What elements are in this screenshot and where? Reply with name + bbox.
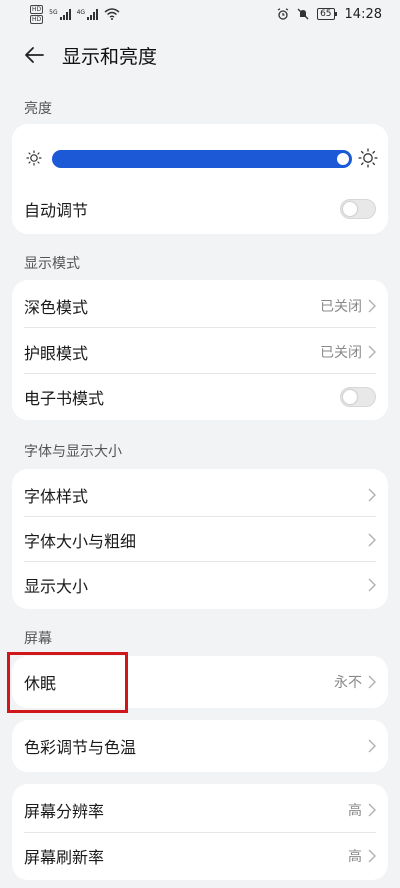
mute-icon [297,8,309,20]
auto-brightness-label: 自动调节 [24,200,89,220]
status-bar: HD HD 5G 4G 65 14:28 [0,0,400,28]
display-mode-card: 深色模式 已关闭 护眼模式 已关闭 电子书模式 [12,280,388,420]
sleep-status: 永不 [334,672,376,692]
font-style-label: 字体样式 [24,486,89,506]
resolution-card: 屏幕分辨率 高 屏幕刷新率 高 [12,784,388,880]
chevron-right-icon [368,299,376,312]
color-temperature-label: 色彩调节与色温 [24,737,137,757]
hd-badges: HD HD [30,4,44,24]
wifi-icon [104,8,120,20]
display-size-row[interactable]: 显示大小 [24,562,376,607]
dark-mode-row[interactable]: 深色模式 已关闭 [24,283,376,328]
highlight-annotation [7,652,128,713]
signal-2: 4G [76,8,99,20]
refresh-rate-status: 高 [348,846,376,866]
resolution-status: 高 [348,800,376,820]
chevron-right-icon [368,675,376,688]
hd-badge-2: HD [30,14,44,24]
color-temperature-row[interactable]: 色彩调节与色温 [24,723,376,768]
dark-mode-value: 已关闭 [320,298,362,315]
eye-comfort-row[interactable]: 护眼模式 已关闭 [24,329,376,374]
ebook-mode-row[interactable]: 电子书模式 [24,374,376,419]
chevron-right-icon [368,578,376,591]
signal-1: 5G [49,8,71,20]
ebook-mode-label: 电子书模式 [24,388,105,408]
section-brightness: 亮度 [24,101,52,117]
status-time: 14:28 [344,6,382,22]
resolution-value: 高 [348,802,362,819]
brightness-card: 自动调节 [12,124,388,234]
eye-comfort-value: 已关闭 [320,344,362,361]
arrow-left-icon [25,47,44,63]
ebook-mode-toggle[interactable] [340,386,376,407]
alarm-icon [277,8,289,20]
status-left: HD HD 5G 4G [30,4,120,24]
brightness-slider-thumb[interactable] [337,153,349,165]
display-size-label: 显示大小 [24,576,89,596]
dark-mode-label: 深色模式 [24,297,89,317]
refresh-rate-value: 高 [348,848,362,865]
font-style-row[interactable]: 字体样式 [24,472,376,517]
chevron-right-icon [368,803,376,816]
status-right: 65 14:28 [277,7,382,22]
font-size-label: 字体大小与粗细 [24,531,137,551]
chevron-right-icon [368,345,376,358]
refresh-rate-row[interactable]: 屏幕刷新率 高 [24,833,376,878]
sleep-value: 永不 [334,674,362,691]
battery-icon: 65 [317,8,338,20]
auto-brightness-row[interactable]: 自动调节 [24,186,376,231]
back-button[interactable] [22,43,46,67]
eye-comfort-label: 护眼模式 [24,343,89,363]
resolution-row[interactable]: 屏幕分辨率 高 [24,787,376,832]
eye-comfort-status: 已关闭 [320,342,376,362]
font-size-row[interactable]: 字体大小与粗细 [24,517,376,562]
section-screen: 屏幕 [24,631,52,647]
signal-bars-icon [59,8,71,20]
sun-small-icon [26,150,42,166]
divider [24,327,376,328]
brightness-slider[interactable] [52,150,352,168]
hd-badge-1: HD [30,4,44,14]
section-font: 字体与显示大小 [24,444,122,460]
section-display-mode: 显示模式 [24,256,80,272]
chevron-right-icon [368,488,376,501]
chevron-right-icon [368,533,376,546]
refresh-rate-label: 屏幕刷新率 [24,847,105,867]
header: 显示和亮度 [0,30,400,80]
chevron-right-icon [368,849,376,862]
chevron-right-icon [368,739,376,752]
page-title: 显示和亮度 [62,45,158,68]
auto-brightness-toggle[interactable] [340,198,376,219]
signal-2-label: 4G [76,8,86,16]
dark-mode-status: 已关闭 [320,296,376,316]
resolution-label: 屏幕分辨率 [24,801,105,821]
color-card: 色彩调节与色温 [12,720,388,772]
font-card: 字体样式 字体大小与粗细 显示大小 [12,469,388,609]
sun-large-icon [358,148,378,168]
signal-1-label: 5G [49,8,58,16]
signal-bars-icon [87,8,99,20]
